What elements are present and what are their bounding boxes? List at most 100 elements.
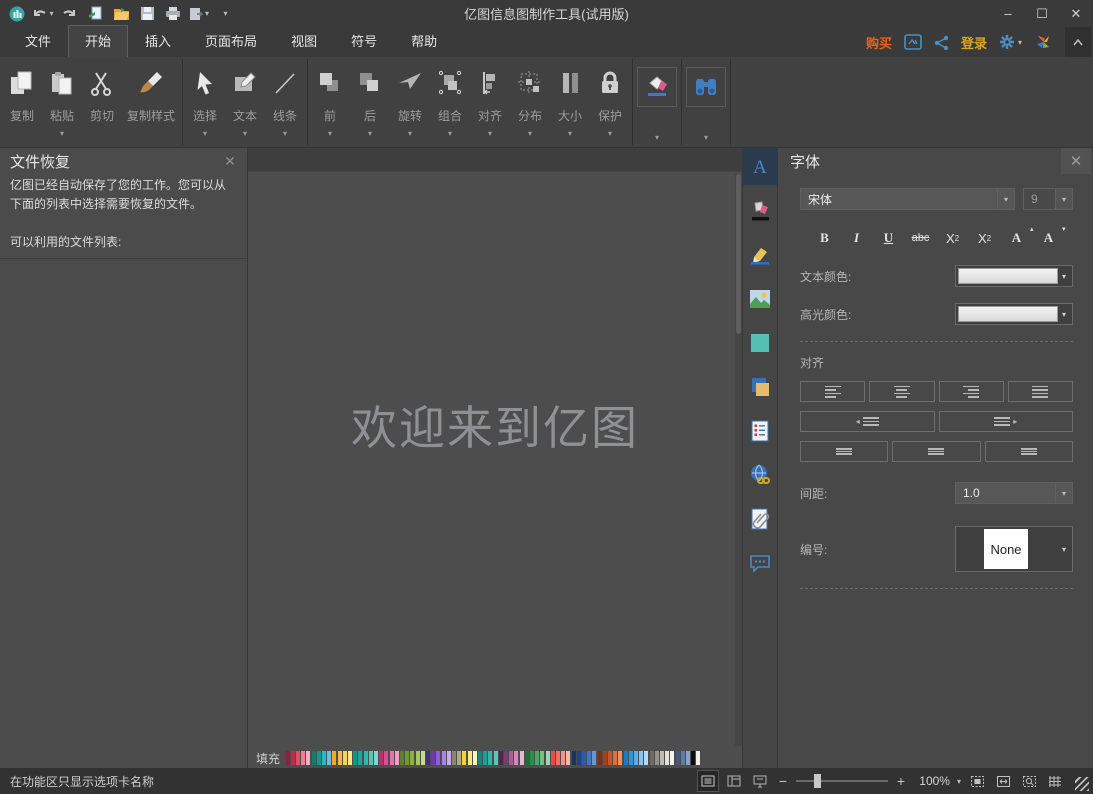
align-left-button[interactable] xyxy=(800,381,865,402)
fill-swatch[interactable] xyxy=(379,751,383,765)
strip-fill-color-tab[interactable] xyxy=(742,192,778,229)
fill-swatch[interactable] xyxy=(592,751,596,765)
text-dropdown-caret[interactable]: ▾ xyxy=(243,129,247,139)
fill-swatch[interactable] xyxy=(436,751,440,765)
fill-swatch[interactable] xyxy=(681,751,685,765)
fill-swatch[interactable] xyxy=(670,751,674,765)
strip-hyperlink-tab[interactable] xyxy=(742,456,778,493)
fill-swatch[interactable] xyxy=(650,751,654,765)
fill-swatch[interactable] xyxy=(384,751,388,765)
text-tool-button[interactable]: 文本 ▾ xyxy=(225,61,265,139)
font-size-caret[interactable]: ▾ xyxy=(1055,189,1072,209)
strip-layers-tab[interactable] xyxy=(742,368,778,405)
highlight-color-caret[interactable]: ▾ xyxy=(1058,310,1070,319)
align-button[interactable]: 对齐 ▾ xyxy=(470,61,510,139)
fill-swatch[interactable] xyxy=(546,751,550,765)
fill-swatch[interactable] xyxy=(686,751,690,765)
fill-swatch[interactable] xyxy=(374,751,378,765)
buy-link[interactable]: 购买 xyxy=(866,33,892,52)
fill-swatch[interactable] xyxy=(358,751,362,765)
select-tool-button[interactable]: 选择 ▾ xyxy=(185,61,225,139)
fill-swatch[interactable] xyxy=(629,751,633,765)
fill-swatch[interactable] xyxy=(691,751,695,765)
export-image-icon[interactable] xyxy=(904,34,922,50)
fill-swatch[interactable] xyxy=(286,751,290,765)
zoom-in-button[interactable]: + xyxy=(894,773,908,789)
fill-swatch[interactable] xyxy=(312,751,316,765)
fill-swatch[interactable] xyxy=(603,751,607,765)
group-button[interactable]: 组合 ▾ xyxy=(430,61,470,139)
fill-swatch[interactable] xyxy=(416,751,420,765)
vertical-align-middle-button[interactable] xyxy=(892,441,980,462)
canvas-body[interactable]: 欢迎来到亿图 xyxy=(248,172,742,748)
strip-shape-fill-tab[interactable] xyxy=(742,324,778,361)
save-icon[interactable] xyxy=(136,4,158,24)
settings-gear-icon[interactable]: ▾ xyxy=(999,34,1022,51)
fill-swatch[interactable] xyxy=(624,751,628,765)
increase-indent-button[interactable]: ▸ xyxy=(939,411,1074,432)
rotate-dropdown-caret[interactable]: ▾ xyxy=(408,129,412,139)
fill-swatch[interactable] xyxy=(598,751,602,765)
text-color-caret[interactable]: ▾ xyxy=(1058,272,1070,281)
numbering-select[interactable]: None ▾ xyxy=(955,526,1073,572)
strip-list-tab[interactable] xyxy=(742,412,778,449)
settings-dropdown-caret[interactable]: ▾ xyxy=(1018,38,1022,47)
tab-file[interactable]: 文件 xyxy=(8,25,68,57)
send-back-button[interactable]: 后 ▾ xyxy=(350,61,390,139)
protect-dropdown-caret[interactable]: ▾ xyxy=(608,129,612,139)
group-dropdown-caret[interactable]: ▾ xyxy=(448,129,452,139)
zoom-area-button[interactable] xyxy=(1019,771,1039,791)
highlight-color-picker[interactable]: ▾ xyxy=(955,303,1073,325)
line-dropdown-caret[interactable]: ▾ xyxy=(283,129,287,139)
tab-page-layout[interactable]: 页面布局 xyxy=(188,25,274,57)
tab-view[interactable]: 视图 xyxy=(274,25,334,57)
fill-swatch[interactable] xyxy=(462,751,466,765)
fill-swatch[interactable] xyxy=(676,751,680,765)
tab-home[interactable]: 开始 xyxy=(68,25,128,57)
app-logo-icon[interactable] xyxy=(6,4,28,24)
open-file-icon[interactable] xyxy=(110,4,132,24)
find-dropdown-caret[interactable]: ▾ xyxy=(704,133,708,142)
fill-swatch[interactable] xyxy=(644,751,648,765)
vertical-align-top-button[interactable] xyxy=(800,441,888,462)
bold-button[interactable]: B xyxy=(812,227,838,249)
fill-swatch[interactable] xyxy=(468,751,472,765)
fill-swatch[interactable] xyxy=(540,751,544,765)
zoom-percent[interactable]: 100% xyxy=(914,774,950,788)
tab-insert[interactable]: 插入 xyxy=(128,25,188,57)
fill-swatch[interactable] xyxy=(504,751,508,765)
fill-swatch[interactable] xyxy=(400,751,404,765)
paste-dropdown-caret[interactable]: ▾ xyxy=(60,129,64,139)
maximize-button[interactable]: ☐ xyxy=(1025,0,1059,27)
fill-swatch[interactable] xyxy=(634,751,638,765)
fill-swatch[interactable] xyxy=(317,751,321,765)
fill-swatch[interactable] xyxy=(520,751,524,765)
fill-swatch[interactable] xyxy=(301,751,305,765)
fill-swatch[interactable] xyxy=(421,751,425,765)
fill-swatch[interactable] xyxy=(348,751,352,765)
strip-attachment-tab[interactable] xyxy=(742,500,778,537)
copy-style-button[interactable]: 复制样式 xyxy=(122,61,180,139)
file-recovery-close-icon[interactable]: ✕ xyxy=(219,151,241,171)
canvas-area[interactable]: 欢迎来到亿图 填充 xyxy=(248,148,742,768)
fill-swatch[interactable] xyxy=(332,751,336,765)
normal-view-button[interactable] xyxy=(698,771,718,791)
fill-swatch[interactable] xyxy=(296,751,300,765)
font-family-select[interactable]: 宋体 ▾ xyxy=(800,188,1015,210)
new-document-icon[interactable] xyxy=(84,4,106,24)
back-dropdown-caret[interactable]: ▾ xyxy=(368,129,372,139)
fill-swatch[interactable] xyxy=(608,751,612,765)
fill-swatch[interactable] xyxy=(327,751,331,765)
fill-swatch[interactable] xyxy=(556,751,560,765)
fill-swatch[interactable] xyxy=(390,751,394,765)
fill-swatch[interactable] xyxy=(514,751,518,765)
fill-swatch[interactable] xyxy=(530,751,534,765)
spacing-caret[interactable]: ▾ xyxy=(1055,483,1072,503)
close-button[interactable]: ✕ xyxy=(1059,0,1093,27)
fill-swatch[interactable] xyxy=(696,751,700,765)
fill-swatch[interactable] xyxy=(447,751,451,765)
select-dropdown-caret[interactable]: ▾ xyxy=(203,129,207,139)
fill-swatch[interactable] xyxy=(566,751,570,765)
fill-swatch[interactable] xyxy=(322,751,326,765)
zoom-slider-track[interactable] xyxy=(796,780,888,782)
